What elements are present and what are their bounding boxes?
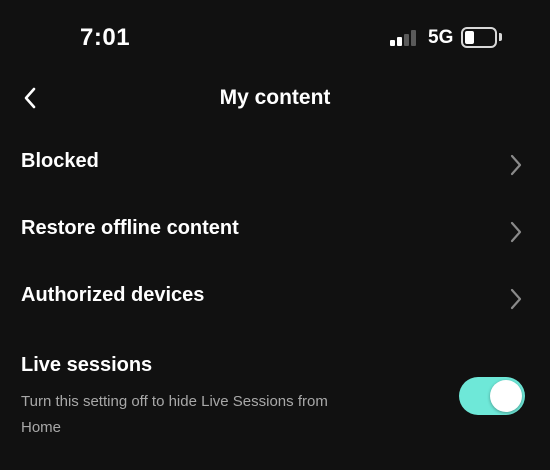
menu-item-restore-offline-content[interactable]: Restore offline content (0, 201, 550, 261)
battery-nub (499, 33, 502, 41)
status-bar: 7:01 5G (0, 0, 550, 76)
live-sessions-toggle[interactable] (459, 377, 525, 415)
page-title: My content (219, 86, 331, 109)
nav-header: My content (0, 76, 550, 126)
battery-icon (461, 27, 497, 48)
network-type: 5G (428, 27, 454, 48)
chevron-right-icon (510, 288, 522, 310)
chevron-right-icon (510, 221, 522, 243)
menu-item-authorized-devices[interactable]: Authorized devices (0, 268, 550, 328)
cellular-signal-icon (390, 30, 420, 46)
menu-item-label: Authorized devices (21, 284, 205, 306)
menu-item-label: Blocked (21, 150, 99, 172)
toggle-knob (490, 380, 522, 412)
menu-item-label: Restore offline content (21, 217, 239, 239)
live-sessions-title: Live sessions (21, 354, 153, 376)
chevron-right-icon (510, 154, 522, 176)
menu-item-blocked[interactable]: Blocked (0, 134, 550, 194)
live-sessions-description: Turn this setting off to hide Live Sessi… (21, 393, 328, 436)
status-time: 7:01 (80, 24, 131, 51)
